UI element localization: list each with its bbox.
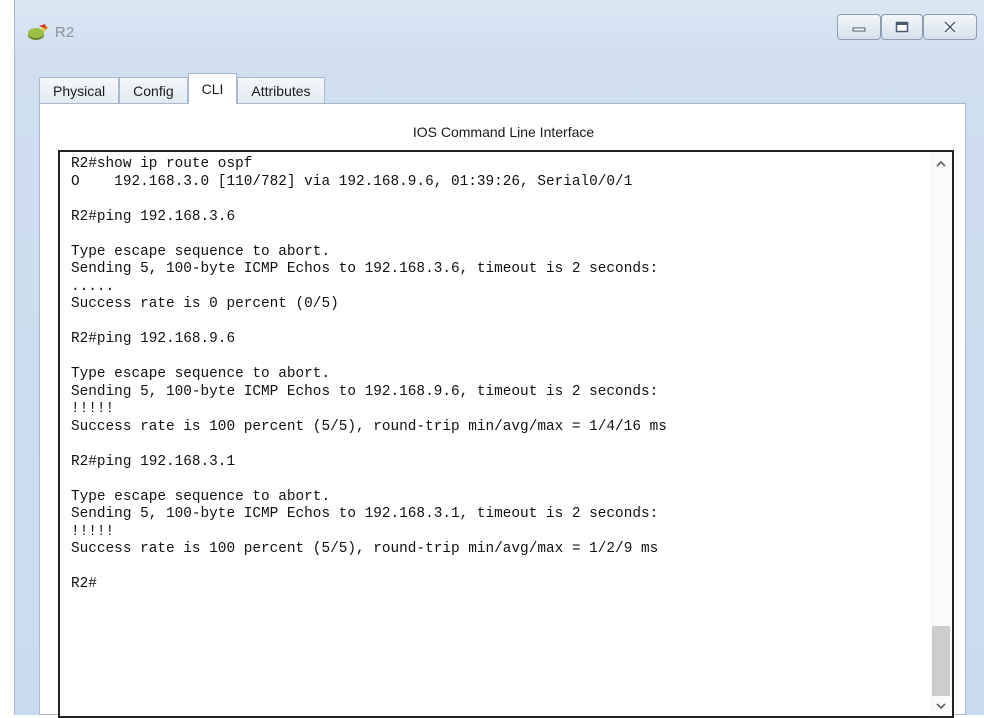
console-line: Type escape sequence to abort. — [71, 366, 331, 382]
console-line: Type escape sequence to abort. — [71, 243, 331, 260]
window-title: R2 — [55, 24, 75, 41]
router-icon — [27, 23, 51, 43]
console-line: Sending 5, 100-byte ICMP Echos to 192.16… — [71, 383, 659, 400]
close-button[interactable] — [923, 14, 977, 40]
tab-cli[interactable]: CLI — [187, 73, 238, 104]
close-icon — [943, 21, 957, 33]
console-output[interactable]: R2#show ip route ospf O 192.168.3.0 [110/… — [71, 156, 931, 594]
console-line: O 192.168.3.0 [110/782] via 192.168.9.6,… — [71, 173, 633, 190]
console-line: Success rate is 0 percent (0/5) — [71, 296, 339, 312]
cli-header: IOS Command Line Interface — [412, 124, 595, 140]
scrollbar-thumb[interactable] — [932, 626, 950, 696]
console-line: Type escape sequence to abort. — [71, 488, 331, 505]
console-line: R2#ping 192.168.3.6 — [71, 208, 236, 225]
console-line: R2#ping 192.168.3.1 — [71, 453, 236, 470]
console-line: Sending 5, 100-byte ICMP Echos to 192.16… — [71, 261, 659, 277]
tab-attributes[interactable]: Attributes — [237, 77, 325, 104]
title-bar[interactable]: R2 — [15, 0, 984, 66]
tab-physical[interactable]: Physical — [39, 77, 120, 104]
chevron-down-icon[interactable] — [930, 696, 952, 716]
maximize-icon — [895, 21, 909, 33]
cli-console[interactable]: R2#show ip route ospf O 192.168.3.0 [110/… — [58, 150, 954, 718]
console-line: !!!!! — [71, 401, 115, 417]
maximize-button[interactable] — [881, 14, 923, 40]
vertical-scrollbar[interactable] — [930, 152, 952, 716]
console-line: R2#show ip route ospf — [71, 156, 253, 172]
console-line: Success rate is 100 percent (5/5), round… — [71, 418, 667, 435]
minimize-icon — [852, 27, 866, 32]
console-line: !!!!! — [71, 523, 115, 540]
minimize-button[interactable] — [837, 14, 881, 40]
console-line: R2#ping 192.168.9.6 — [71, 331, 236, 347]
console-line: ..... — [71, 278, 115, 295]
cli-panel: IOS Command Line Interface R2#show ip ro… — [39, 103, 966, 718]
console-line: Success rate is 100 percent (5/5), round… — [71, 541, 659, 557]
chevron-up-icon[interactable] — [930, 154, 952, 174]
console-line: Sending 5, 100-byte ICMP Echos to 192.16… — [71, 506, 659, 522]
console-line: R2# — [71, 576, 97, 592]
tab-bar: Physical Config CLI Attributes — [39, 73, 325, 104]
app-window: R2 Physical Config CLI Attributes IOS Co… — [14, 0, 984, 718]
tab-config[interactable]: Config — [119, 77, 188, 104]
